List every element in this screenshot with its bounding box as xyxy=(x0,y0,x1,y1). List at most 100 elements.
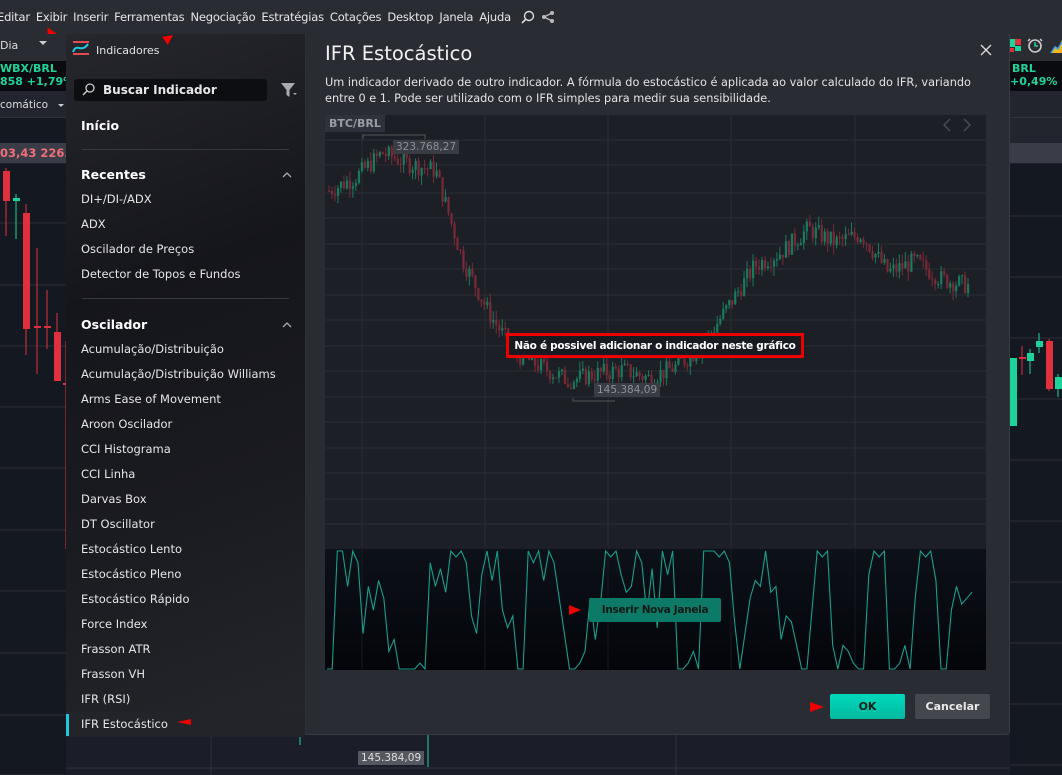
candle-body xyxy=(868,244,871,252)
indicator-list-item[interactable]: Frasson ATR xyxy=(81,642,151,656)
chart-area-icon[interactable] xyxy=(1050,40,1062,54)
chevron-up-icon[interactable] xyxy=(282,321,292,329)
chevron-left-icon[interactable] xyxy=(942,118,952,132)
indicator-list-item[interactable]: Acumulação/Distribuição xyxy=(81,342,224,356)
candle-body xyxy=(844,234,847,239)
search-input[interactable] xyxy=(103,83,263,97)
insert-new-window-button[interactable]: Inserir Nova Janela xyxy=(589,598,721,622)
candle-body xyxy=(596,368,599,381)
candle-body xyxy=(423,168,426,170)
candle-body xyxy=(814,227,817,239)
indicator-list-item[interactable]: Aroon Oscilador xyxy=(81,417,172,431)
indicator-list-item[interactable]: Acumulação/Distribuição Williams xyxy=(81,367,276,381)
bg-band xyxy=(1010,143,1062,163)
menu-ferramentas[interactable]: Ferramentas xyxy=(114,10,190,24)
indicator-list-item[interactable]: IFR Estocástico xyxy=(81,717,168,731)
cancel-button[interactable]: Cancelar xyxy=(915,694,990,719)
ticker-card-right[interactable]: BRL +0,49% xyxy=(1010,61,1062,91)
menu-janela[interactable]: Janela xyxy=(439,10,479,24)
menu-exibir[interactable]: Exibir xyxy=(36,10,73,24)
indicator-list-item[interactable]: IFR (RSI) xyxy=(81,692,130,706)
candle-body xyxy=(725,305,728,309)
candle-body xyxy=(381,152,384,154)
bottom-grid xyxy=(66,735,1010,775)
candle-body xyxy=(922,259,925,261)
indicator-list-item[interactable]: CCI Linha xyxy=(81,467,135,481)
candle-body xyxy=(602,363,605,372)
candle-body xyxy=(895,264,898,272)
indicator-list-item[interactable]: Oscilador de Preços xyxy=(81,242,194,256)
candle-body xyxy=(856,236,859,243)
candle-body xyxy=(746,268,749,279)
candle-body xyxy=(575,378,579,383)
share-icon[interactable] xyxy=(539,8,557,26)
search-field[interactable] xyxy=(74,79,267,101)
candle-body xyxy=(563,369,567,385)
candle-body xyxy=(548,371,552,380)
candle-body xyxy=(590,371,593,380)
candle-body xyxy=(850,231,853,235)
chevron-down-icon[interactable] xyxy=(39,41,47,45)
menu-inserir[interactable]: Inserir xyxy=(73,10,114,24)
candle-body xyxy=(566,384,570,388)
nav-home[interactable]: Início xyxy=(81,118,119,133)
menu-bar: Editar Exibir Inserir Ferramentas Negoci… xyxy=(0,0,1062,34)
candle-body xyxy=(910,253,913,272)
layout-icon[interactable] xyxy=(1010,39,1021,52)
candle-body xyxy=(820,225,823,242)
candle-body xyxy=(456,238,459,250)
ok-button[interactable]: OK xyxy=(830,694,905,719)
candle-body xyxy=(668,361,671,369)
indicator-list-item[interactable]: Estocástico Pleno xyxy=(81,567,181,581)
candle-body xyxy=(623,363,626,366)
candle-body xyxy=(483,301,486,305)
indicator-list-item[interactable]: Estocástico Rápido xyxy=(81,592,190,606)
alarm-clock-icon[interactable] xyxy=(1027,38,1043,53)
chevron-right-icon[interactable] xyxy=(962,118,972,132)
indicator-list-item[interactable]: DI+/DI-/ADX xyxy=(81,192,152,206)
candle-body xyxy=(465,268,468,277)
section-title-recentes[interactable]: Recentes xyxy=(81,167,146,182)
symbol-badge: BTC/BRL xyxy=(325,115,385,132)
scale-mode-select[interactable]: comático xyxy=(0,91,66,118)
divider xyxy=(82,149,289,150)
filter-icon[interactable] xyxy=(280,82,298,102)
indicator-icon xyxy=(72,40,90,60)
menu-desktop[interactable]: Desktop xyxy=(387,10,439,24)
ticker-card[interactable]: WBX/BRL 858 +1,79% xyxy=(0,61,66,91)
candle-body xyxy=(686,364,689,367)
candle-body xyxy=(414,160,417,171)
search-icon[interactable] xyxy=(519,8,537,26)
candle-body xyxy=(781,254,785,258)
annotation-arrow xyxy=(162,31,176,45)
background-chart-bottom: 145.384,09 xyxy=(66,735,1010,775)
section-title-oscilador[interactable]: Oscilador xyxy=(81,317,147,332)
menu-editar[interactable]: Editar xyxy=(0,10,36,24)
indicator-list-item[interactable]: Detector de Topos e Fundos xyxy=(81,267,241,281)
candle-body xyxy=(333,194,337,196)
close-icon[interactable] xyxy=(978,42,994,58)
menu-estrategias[interactable]: Estratégias xyxy=(261,10,329,24)
menu-negociacao[interactable]: Negociação xyxy=(190,10,261,24)
candle-body xyxy=(13,198,20,201)
candle-body xyxy=(372,153,375,172)
menu-cotacoes[interactable]: Cotações xyxy=(330,10,387,24)
indicator-list-item[interactable]: Darvas Box xyxy=(81,492,147,506)
candle-body xyxy=(760,260,764,270)
indicator-list-item[interactable]: Frasson VH xyxy=(81,667,145,681)
indicator-list-item[interactable]: ADX xyxy=(81,217,106,231)
timeframe-select[interactable]: Dia xyxy=(0,39,18,52)
indicator-list-item[interactable]: Arms Ease of Movement xyxy=(81,392,221,406)
chevron-up-icon[interactable] xyxy=(282,171,292,179)
candle-body xyxy=(883,259,886,263)
candle-body xyxy=(817,225,820,228)
indicator-list-item[interactable]: Estocástico Lento xyxy=(81,542,182,556)
candle-body xyxy=(808,221,811,227)
candle-body xyxy=(722,308,725,319)
indicator-list-item[interactable]: DT Oscillator xyxy=(81,517,155,531)
candle-body xyxy=(396,158,399,165)
indicator-list-item[interactable]: Force Index xyxy=(81,617,147,631)
indicator-list-item[interactable]: CCI Histograma xyxy=(81,442,171,456)
candle-body xyxy=(450,213,453,224)
menu-ajuda[interactable]: Ajuda xyxy=(479,10,517,24)
